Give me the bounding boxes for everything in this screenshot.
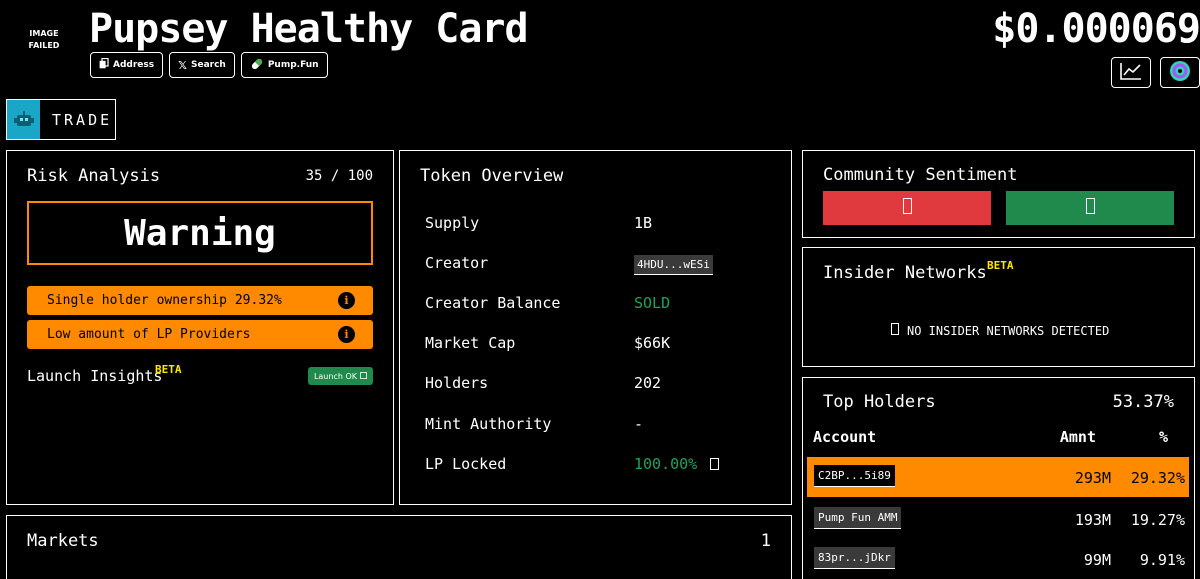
- creator-address-link[interactable]: 4HDU...wESi: [634, 255, 713, 275]
- community-sentiment-title: Community Sentiment: [823, 165, 1018, 185]
- beta-badge: BETA: [987, 259, 1014, 272]
- search-button[interactable]: 𝕏 Search: [169, 52, 235, 78]
- launch-ok-label: Launch OK: [313, 371, 357, 381]
- token-overview-panel: Token Overview Supply 1B Creator 4HDU...…: [399, 150, 792, 505]
- holder-account-link[interactable]: C2BP...5i89: [814, 465, 895, 487]
- app-logo-button[interactable]: [1160, 57, 1200, 88]
- insider-networks-title: Insider Networks: [823, 263, 987, 283]
- address-button-label: Address: [113, 60, 155, 70]
- search-button-label: Search: [190, 60, 226, 70]
- risk-status-label: Warning: [124, 212, 276, 254]
- column-header-account: Account: [813, 428, 877, 446]
- risk-item-label: Single holder ownership 29.32%: [47, 293, 282, 308]
- column-header-amount: Amnt: [1059, 428, 1096, 446]
- thumbs-up-icon: [1085, 198, 1095, 218]
- trade-label: TRADE: [52, 110, 113, 129]
- holder-account-link[interactable]: Pump Fun AMM: [814, 507, 902, 529]
- token-image-placeholder: IMAGE FAILED: [28, 28, 60, 52]
- top-holders-panel: Top Holders 53.37% Account Amnt % C2BP..…: [802, 377, 1195, 579]
- top-holders-total: 53.37%: [1112, 392, 1174, 412]
- holder-percent: 29.32%: [1130, 469, 1185, 487]
- supply-value: 1B: [634, 214, 653, 232]
- pumpfun-button[interactable]: Pump.Fun: [240, 52, 328, 78]
- creator-balance-value: SOLD: [634, 294, 671, 312]
- vote-down-button[interactable]: [823, 191, 991, 225]
- holders-label: Holders: [425, 374, 489, 392]
- lp-locked-value: 100.00%: [634, 455, 698, 473]
- mint-authority-value: -: [634, 415, 644, 433]
- thumbs-down-icon: [902, 198, 912, 218]
- risk-analysis-title: Risk Analysis: [27, 166, 161, 186]
- table-row: 83pr...jDkr 99M 9.91%: [807, 539, 1189, 579]
- vote-up-button[interactable]: [1006, 191, 1174, 225]
- risk-status: Warning: [27, 201, 373, 265]
- x-logo-icon: 𝕏: [178, 58, 187, 72]
- markets-title: Markets: [27, 531, 99, 551]
- table-row: Pump Fun AMM 193M 19.27%: [807, 499, 1189, 539]
- risk-analysis-panel: Risk Analysis 35 / 100 Warning Single ho…: [6, 150, 394, 505]
- shield-icon: [891, 323, 899, 338]
- risk-item-label: Low amount of LP Providers: [47, 327, 251, 342]
- community-sentiment-panel: Community Sentiment: [802, 150, 1195, 238]
- robot-icon: [7, 100, 40, 139]
- launch-ok-badge[interactable]: Launch OK: [307, 367, 373, 385]
- external-link-icon: [360, 371, 367, 381]
- info-icon[interactable]: i: [338, 326, 355, 343]
- token-overview-title: Token Overview: [420, 166, 564, 186]
- token-links: Address 𝕏 Search Pump.Fun: [90, 52, 328, 78]
- chart-button[interactable]: [1111, 57, 1151, 88]
- token-price: $0.000069: [992, 6, 1200, 52]
- copy-icon: [99, 57, 109, 72]
- trade-button[interactable]: TRADE: [6, 99, 116, 140]
- insider-status-message: NO INSIDER NETWORKS DETECTED: [907, 323, 1110, 338]
- holder-percent: 9.91%: [1139, 551, 1185, 569]
- holders-value: 202: [634, 374, 662, 392]
- mint-authority-label: Mint Authority: [425, 415, 552, 433]
- risk-score: 35 / 100: [305, 168, 373, 184]
- holder-percent: 19.27%: [1130, 511, 1185, 529]
- lock-icon: [710, 456, 720, 474]
- pumpfun-button-label: Pump.Fun: [267, 60, 319, 70]
- image-failed-text: IMAGE FAILED: [28, 29, 60, 50]
- holder-amount: 193M: [1074, 511, 1111, 529]
- launch-insights-title: Launch Insights: [27, 367, 163, 385]
- info-icon[interactable]: i: [338, 292, 355, 309]
- market-cap-label: Market Cap: [425, 334, 516, 352]
- risk-item-lp-providers[interactable]: Low amount of LP Providers i: [27, 320, 373, 349]
- beta-badge: BETA: [155, 363, 182, 376]
- address-button[interactable]: Address: [90, 52, 164, 78]
- insider-status: NO INSIDER NETWORKS DETECTED: [891, 323, 1109, 338]
- lp-locked-label: LP Locked: [425, 455, 507, 473]
- top-holders-title: Top Holders: [823, 392, 936, 412]
- holder-amount: 293M: [1074, 469, 1111, 487]
- markets-panel: Markets 1: [6, 515, 792, 579]
- pill-icon: [250, 57, 264, 74]
- risk-item-holder-ownership[interactable]: Single holder ownership 29.32% i: [27, 286, 373, 315]
- column-header-pct: %: [1158, 428, 1168, 446]
- markets-count: 1: [760, 531, 771, 551]
- holder-account-link[interactable]: 83pr...jDkr: [814, 547, 895, 569]
- table-row: C2BP...5i89 293M 29.32%: [807, 457, 1189, 497]
- holder-amount: 99M: [1083, 551, 1111, 569]
- supply-label: Supply: [425, 214, 480, 232]
- insider-networks-panel: Insider Networks BETA NO INSIDER NETWORK…: [802, 247, 1195, 367]
- app-logo-icon: [1168, 59, 1192, 87]
- creator-balance-label: Creator Balance: [425, 294, 561, 312]
- chart-line-icon: [1120, 62, 1142, 84]
- token-title: Pupsey Healthy Card: [89, 6, 529, 52]
- creator-label: Creator: [425, 254, 489, 272]
- market-cap-value: $66K: [634, 334, 671, 352]
